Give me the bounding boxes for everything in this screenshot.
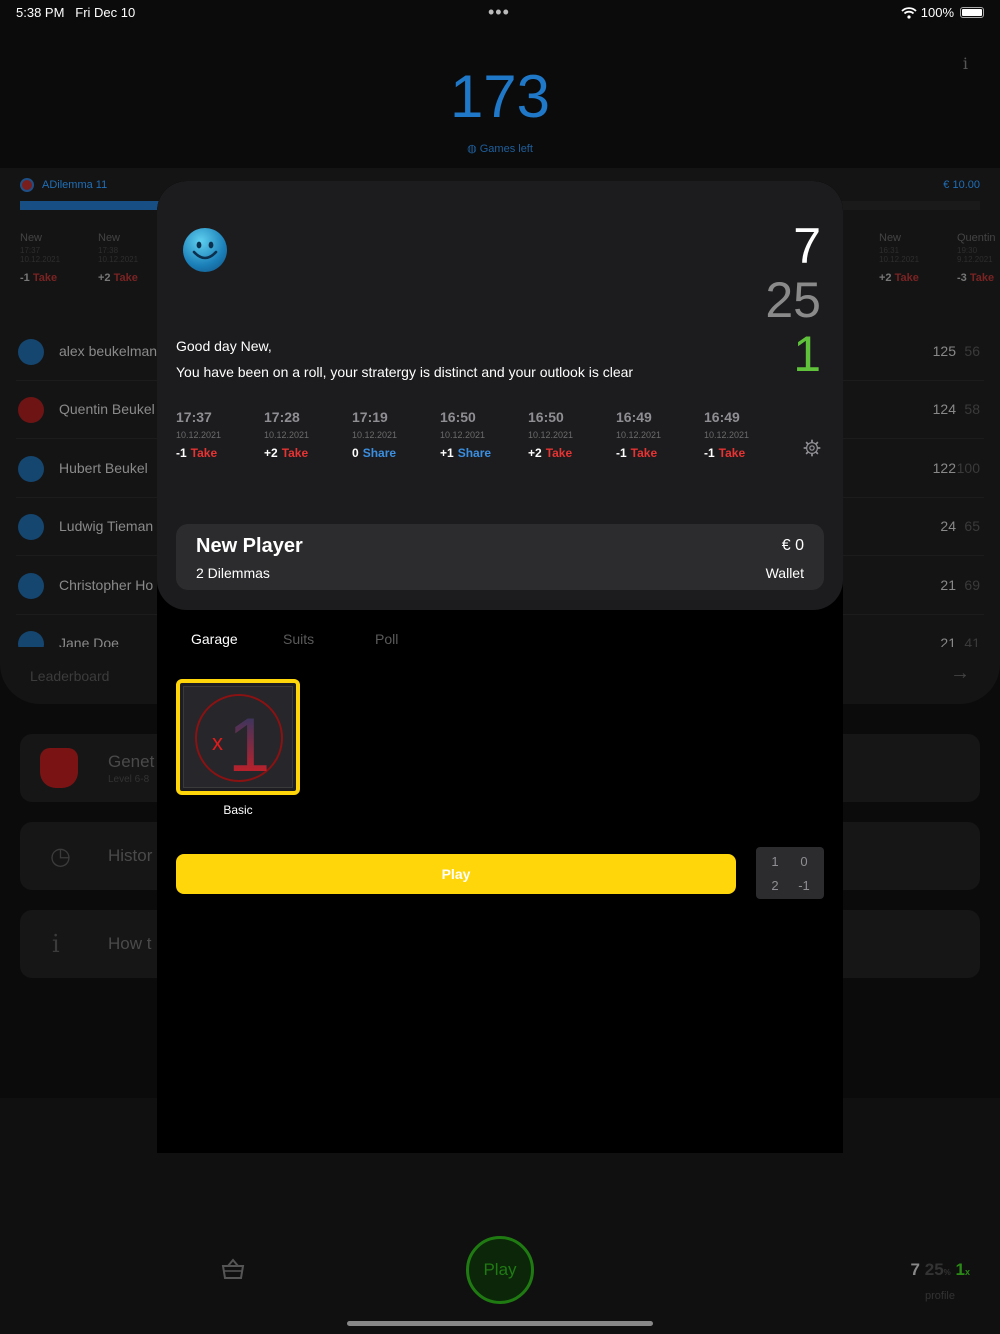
dilemma-count: 2 Dilemmas <box>196 565 270 581</box>
player-name: Christopher Ho <box>59 577 154 593</box>
mini-history-item: New 17:37 10.12.2021 -1 Take <box>20 232 61 284</box>
play-button[interactable]: Play <box>176 854 736 894</box>
player-score: 24 <box>940 518 956 534</box>
avatar <box>18 514 44 540</box>
player-score-secondary: 65 <box>964 518 980 534</box>
svg-text:x: x <box>212 730 223 755</box>
status-right: 100% <box>901 5 984 20</box>
car-label: Basic <box>223 803 253 817</box>
battery-percent: 100% <box>920 5 954 20</box>
history-item: 17:28 10.12.2021 +2 Take <box>264 409 310 460</box>
wallet-label: Wallet <box>765 565 804 581</box>
tab-poll[interactable]: Poll <box>375 631 467 647</box>
tabbar-play-button[interactable]: Play <box>466 1236 534 1304</box>
player-name: Ludwig Tieman <box>59 518 154 534</box>
player-score: 21 <box>940 635 956 647</box>
multitask-dots-icon[interactable]: ••• <box>488 2 510 23</box>
player-card[interactable]: New Player 2 Dilemmas € 0 Wallet <box>176 524 824 590</box>
mini-history-item: New 17:38 10.12.2021 +2 Take <box>98 232 139 284</box>
player-name: alex beukelman <box>59 343 158 359</box>
tab-garage[interactable]: Garage <box>191 631 283 647</box>
status-message: You have been on a roll, your stratergy … <box>176 364 634 380</box>
player-score-secondary: 56 <box>964 343 980 359</box>
history-item: 17:19 10.12.2021 0 Share <box>352 409 398 460</box>
player-name: Jane Doe <box>59 635 119 647</box>
player-score-secondary: 58 <box>964 401 980 417</box>
dilemma-pot: € 10.00 <box>943 179 980 191</box>
info-icon[interactable]: i <box>963 54 968 73</box>
player-score: 124 <box>932 401 956 417</box>
stat-tertiary: 1 <box>793 326 821 382</box>
svg-text:1: 1 <box>228 703 270 788</box>
wifi-icon <box>901 6 917 19</box>
category-tabs: Garage Suits Poll <box>191 631 467 647</box>
player-name: Hubert Beukel <box>59 460 148 476</box>
profile-label[interactable]: profile <box>925 1290 955 1302</box>
player-score: 122 <box>932 460 956 476</box>
avatar <box>18 631 44 647</box>
player-sheet: 7 25 1 Good day New, You have been on a … <box>157 181 843 1153</box>
car-option-basic[interactable]: x 1 <box>176 679 300 795</box>
games-left-count: 173 <box>449 63 551 130</box>
profile-stats[interactable]: 7 25% 1x <box>911 1260 970 1280</box>
player-summary-card: 7 25 1 Good day New, You have been on a … <box>157 181 843 610</box>
history-item: 16:50 10.12.2021 +1 Share <box>440 409 492 460</box>
basic-car-badge-icon: x 1 <box>183 686 293 788</box>
arrow-right-icon[interactable]: → <box>950 662 970 685</box>
avatar <box>18 397 44 423</box>
stats-stack: 7 25 1 <box>765 219 821 381</box>
basket-icon[interactable] <box>220 1256 246 1289</box>
history-item: 16:49 10.12.2021 -1 Take <box>704 409 750 460</box>
mini-history-item: New 16:31 10.12.2021 +2 Take <box>879 232 920 284</box>
pepper-icon <box>40 748 78 788</box>
history-item: 16:49 10.12.2021 -1 Take <box>616 409 662 460</box>
gear-icon[interactable] <box>803 439 821 457</box>
player-name: New Player <box>196 535 303 557</box>
dilemma-name: ADilemma 11 <box>42 179 108 191</box>
home-indicator[interactable] <box>347 1321 653 1326</box>
history-icon: ◷ <box>50 843 71 870</box>
avatar <box>18 339 44 365</box>
dilemma-flag-icon <box>20 178 34 192</box>
avatar <box>18 456 44 482</box>
dilemma-header: ADilemma 11 <box>20 178 107 192</box>
leaderboard-link[interactable]: Leaderboard <box>30 668 109 684</box>
smiley-avatar-icon <box>183 228 227 272</box>
wallet-value: € 0 <box>781 537 804 554</box>
mini-history-item: Quentin 19:30 9.12.2021 -3 Take <box>957 232 996 284</box>
player-score-secondary: 69 <box>964 577 980 593</box>
stat-secondary: 25 <box>765 272 821 328</box>
games-left-label: ◍ Games left <box>467 143 533 155</box>
player-score: 21 <box>940 577 956 593</box>
status-bar: 5:38 PM Fri Dec 10 ••• 100% <box>0 0 1000 24</box>
payoff-matrix: 1 0 2 -1 <box>756 847 824 899</box>
player-score: 125 <box>932 343 956 359</box>
history-strip: 17:37 10.12.2021 -1 Take 17:28 10.12.2021… <box>176 409 792 460</box>
player-score-secondary: 41 <box>964 635 980 647</box>
player-score-secondary: 100 <box>956 460 980 476</box>
info-icon: i <box>52 930 60 958</box>
history-item: 16:50 10.12.2021 +2 Take <box>528 409 574 460</box>
status-time: 5:38 PM Fri Dec 10 <box>16 5 136 20</box>
history-item: 17:37 10.12.2021 -1 Take <box>176 409 222 460</box>
tab-suits[interactable]: Suits <box>283 631 375 647</box>
battery-icon <box>960 7 984 18</box>
avatar <box>18 573 44 599</box>
stat-primary: 7 <box>793 218 821 274</box>
player-name: Quentin Beukel <box>59 401 155 417</box>
greeting-text: Good day New, <box>176 338 272 354</box>
